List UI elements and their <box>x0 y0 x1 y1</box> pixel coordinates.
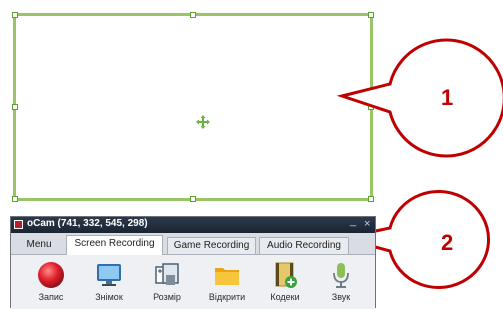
minimize-button[interactable]: _ <box>350 215 356 227</box>
resize-handle-top-right[interactable] <box>368 12 374 18</box>
callout-number-2: 2 <box>441 230 454 255</box>
tab-bar: Menu Screen Recording Game Recording Aud… <box>11 233 375 255</box>
resize-handle-top[interactable] <box>190 12 196 18</box>
screenshot-label: Знімок <box>95 292 123 302</box>
tab-audio-recording[interactable]: Audio Recording <box>259 237 349 254</box>
toolbar: Запис Знімок Розмір Відкрити Кодеки Звук <box>11 255 375 309</box>
move-icon[interactable] <box>196 115 210 129</box>
capture-area-frame[interactable] <box>12 12 374 202</box>
codecs-button[interactable]: Кодеки <box>257 255 313 309</box>
ocam-window: oCam (741, 332, 545, 298) _ × Menu Scree… <box>10 215 376 309</box>
record-icon <box>38 262 64 288</box>
resize-handle-bottom-right[interactable] <box>368 196 374 202</box>
sound-button[interactable]: Звук <box>313 255 369 309</box>
open-button[interactable]: Відкрити <box>199 255 255 309</box>
sound-label: Звук <box>331 292 351 302</box>
app-icon <box>14 220 23 229</box>
codecs-label: Кодеки <box>270 292 300 302</box>
tab-screen-recording[interactable]: Screen Recording <box>66 235 163 255</box>
record-label: Запис <box>38 292 64 302</box>
folder-icon <box>215 268 239 285</box>
resize-handle-bottom[interactable] <box>190 196 196 202</box>
open-label: Відкрити <box>208 292 246 302</box>
resize-handle-top-left[interactable] <box>12 12 18 18</box>
resize-icon <box>155 263 179 285</box>
close-button[interactable]: × <box>364 218 370 230</box>
record-button[interactable]: Запис <box>23 255 79 309</box>
screenshot-button[interactable]: Знімок <box>81 255 137 309</box>
codecs-icon <box>275 262 297 288</box>
window-title: oCam (741, 332, 545, 298) <box>27 218 148 229</box>
resize-button[interactable]: Розмір <box>139 255 195 309</box>
resize-label: Розмір <box>153 292 181 302</box>
screenshot-icon <box>97 264 121 286</box>
title-bar[interactable]: oCam (741, 332, 545, 298) _ × <box>11 215 375 233</box>
resize-handle-right[interactable] <box>368 104 374 110</box>
resize-handle-bottom-left[interactable] <box>12 196 18 202</box>
callout-number-1: 1 <box>441 85 454 110</box>
tab-game-recording[interactable]: Game Recording <box>167 237 256 254</box>
tab-menu[interactable]: Menu <box>17 237 61 254</box>
microphone-icon <box>333 263 349 288</box>
resize-handle-left[interactable] <box>12 104 18 110</box>
